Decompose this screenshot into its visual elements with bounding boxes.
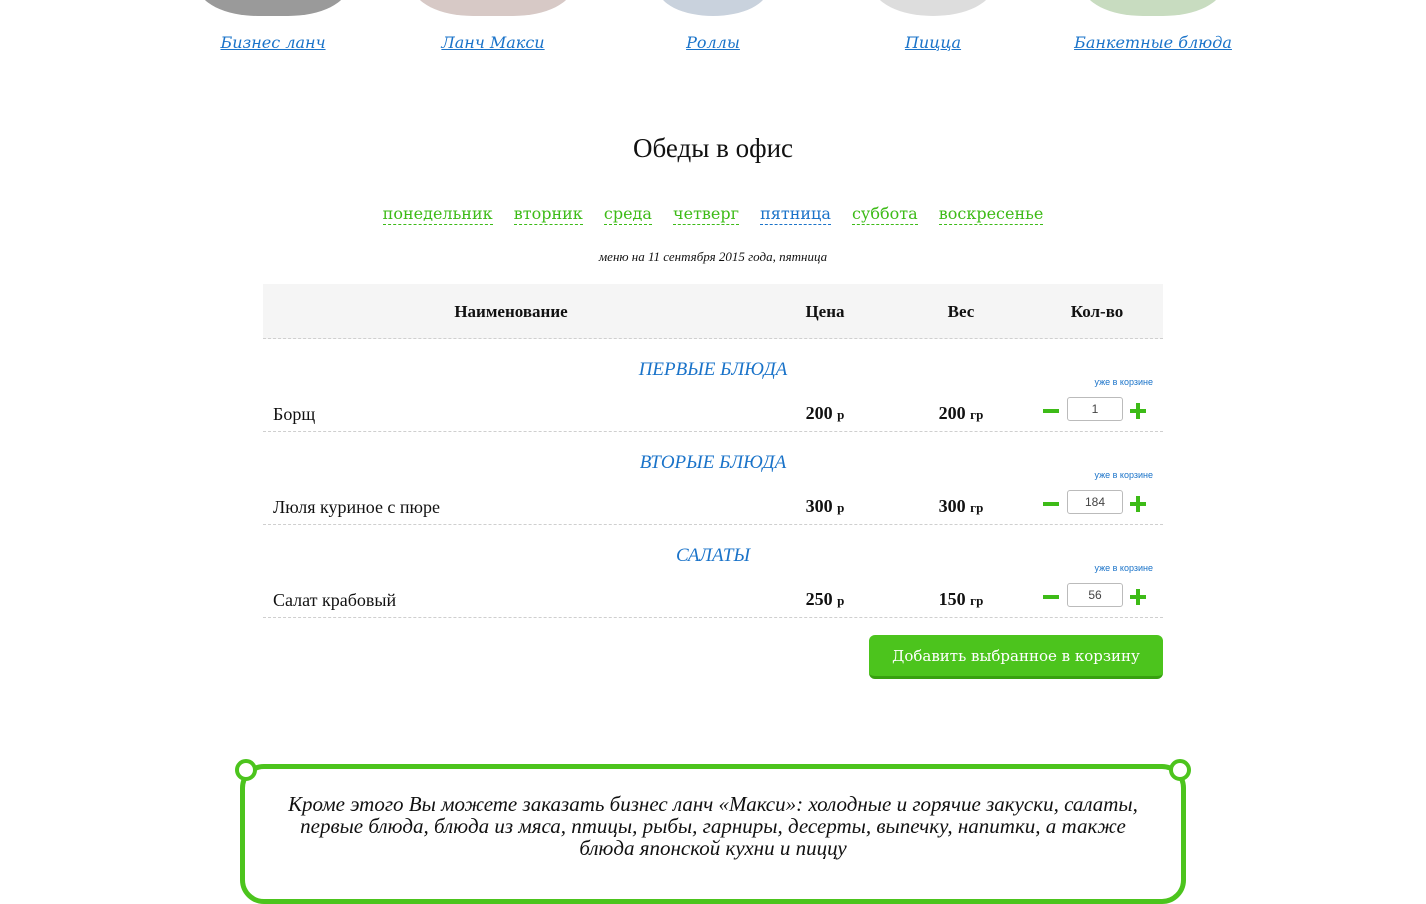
menu-group: ПЕРВЫЕ БЛЮДА уже в корзине Борщ 200 р 20… [263, 339, 1163, 432]
table-header: Наименование Цена Вес Кол-во [263, 284, 1163, 339]
quantity-input[interactable] [1067, 583, 1123, 607]
category-label[interactable]: Бизнес ланч [163, 33, 383, 52]
weight-value: 300 [938, 496, 966, 516]
in-cart-note: уже в корзине [1094, 470, 1154, 480]
tab-tuesday[interactable]: вторник [513, 204, 583, 225]
in-cart-note: уже в корзине [1094, 377, 1154, 387]
menu-group: ВТОРЫЕ БЛЮДА уже в корзине Люля куриное … [263, 432, 1163, 525]
category-pizza[interactable]: Пицца [823, 0, 1043, 70]
category-business-lunch[interactable]: Бизнес ланч [163, 0, 383, 70]
corner-ornament [1169, 759, 1191, 781]
dish-name: Салат крабовый [273, 590, 397, 610]
category-label[interactable]: Пицца [823, 33, 1043, 52]
plate-image[interactable] [873, 0, 993, 16]
add-to-cart-button[interactable]: Добавить выбранное в корзину [869, 635, 1163, 679]
menu-table: Наименование Цена Вес Кол-во ПЕРВЫЕ БЛЮД… [263, 284, 1163, 618]
dish-name: Борщ [273, 404, 316, 424]
tab-thursday[interactable]: четверг [673, 204, 740, 225]
weight-value: 150 [938, 589, 966, 609]
in-cart-note: уже в корзине [1094, 563, 1154, 573]
group-title: САЛАТЫ [675, 545, 751, 566]
price-unit: р [837, 407, 845, 422]
dish-price: 300 р [759, 496, 891, 517]
plus-icon[interactable] [1130, 496, 1146, 512]
minus-icon[interactable] [1043, 595, 1059, 599]
header-weight: Вес [947, 302, 975, 321]
plus-icon[interactable] [1130, 589, 1146, 605]
price-value: 200 [805, 403, 833, 423]
price-unit: р [837, 593, 845, 608]
quantity-stepper [1043, 490, 1153, 518]
plate-image[interactable] [413, 0, 573, 16]
plate-image[interactable] [658, 0, 768, 16]
tab-friday[interactable]: пятница [760, 204, 831, 225]
group-title: ВТОРЫЕ БЛЮДА [639, 452, 787, 473]
price-value: 250 [805, 589, 833, 609]
weight-unit: гр [970, 593, 984, 608]
menu-date: меню на 11 сентября 2015 года, пятница [598, 249, 828, 264]
category-banquet[interactable]: Банкетные блюда [1043, 0, 1263, 70]
plus-icon[interactable] [1130, 403, 1146, 419]
weekday-tabs: понедельник вторник среда четверг пятниц… [0, 204, 1426, 225]
dish-name: Люля куриное с пюре [273, 497, 440, 517]
plate-image[interactable] [1083, 0, 1223, 16]
tab-saturday[interactable]: суббота [851, 204, 918, 225]
quantity-stepper [1043, 397, 1153, 425]
plate-image[interactable] [198, 0, 348, 16]
dish-price: 250 р [759, 589, 891, 610]
dish-weight: 150 гр [891, 589, 1031, 610]
minus-icon[interactable] [1043, 502, 1059, 506]
quantity-stepper [1043, 583, 1153, 611]
category-rolls[interactable]: Роллы [603, 0, 823, 70]
header-qty: Кол-во [1070, 302, 1124, 321]
minus-icon[interactable] [1043, 409, 1059, 413]
promo-box: Кроме этого Вы можете заказать бизнес ла… [235, 759, 1191, 904]
category-label[interactable]: Роллы [603, 33, 823, 52]
dish-weight: 300 гр [891, 496, 1031, 517]
weight-unit: гр [970, 407, 984, 422]
group-title: ПЕРВЫЕ БЛЮДА [638, 359, 788, 380]
menu-group: САЛАТЫ уже в корзине Салат крабовый 250 … [263, 525, 1163, 618]
header-price: Цена [805, 302, 845, 321]
category-label[interactable]: Банкетные блюда [1043, 33, 1263, 52]
weight-value: 200 [938, 403, 966, 423]
tab-wednesday[interactable]: среда [603, 204, 652, 225]
category-strip: Бизнес ланч Ланч Макси Роллы Пицца Банке… [163, 0, 1263, 70]
category-label[interactable]: Ланч Макси [383, 33, 603, 52]
category-lunch-maxi[interactable]: Ланч Макси [383, 0, 603, 70]
quantity-input[interactable] [1067, 490, 1123, 514]
dish-weight: 200 гр [891, 403, 1031, 424]
dish-price: 200 р [759, 403, 891, 424]
quantity-input[interactable] [1067, 397, 1123, 421]
price-unit: р [837, 500, 845, 515]
page-title: Обеды в офис [632, 133, 794, 163]
price-value: 300 [805, 496, 833, 516]
tab-sunday[interactable]: воскресенье [938, 204, 1044, 225]
header-name: Наименование [454, 302, 568, 321]
corner-ornament [235, 759, 257, 781]
promo-text: Кроме этого Вы можете заказать бизнес ла… [288, 792, 1138, 860]
tab-monday[interactable]: понедельник [382, 204, 493, 225]
weight-unit: гр [970, 500, 984, 515]
